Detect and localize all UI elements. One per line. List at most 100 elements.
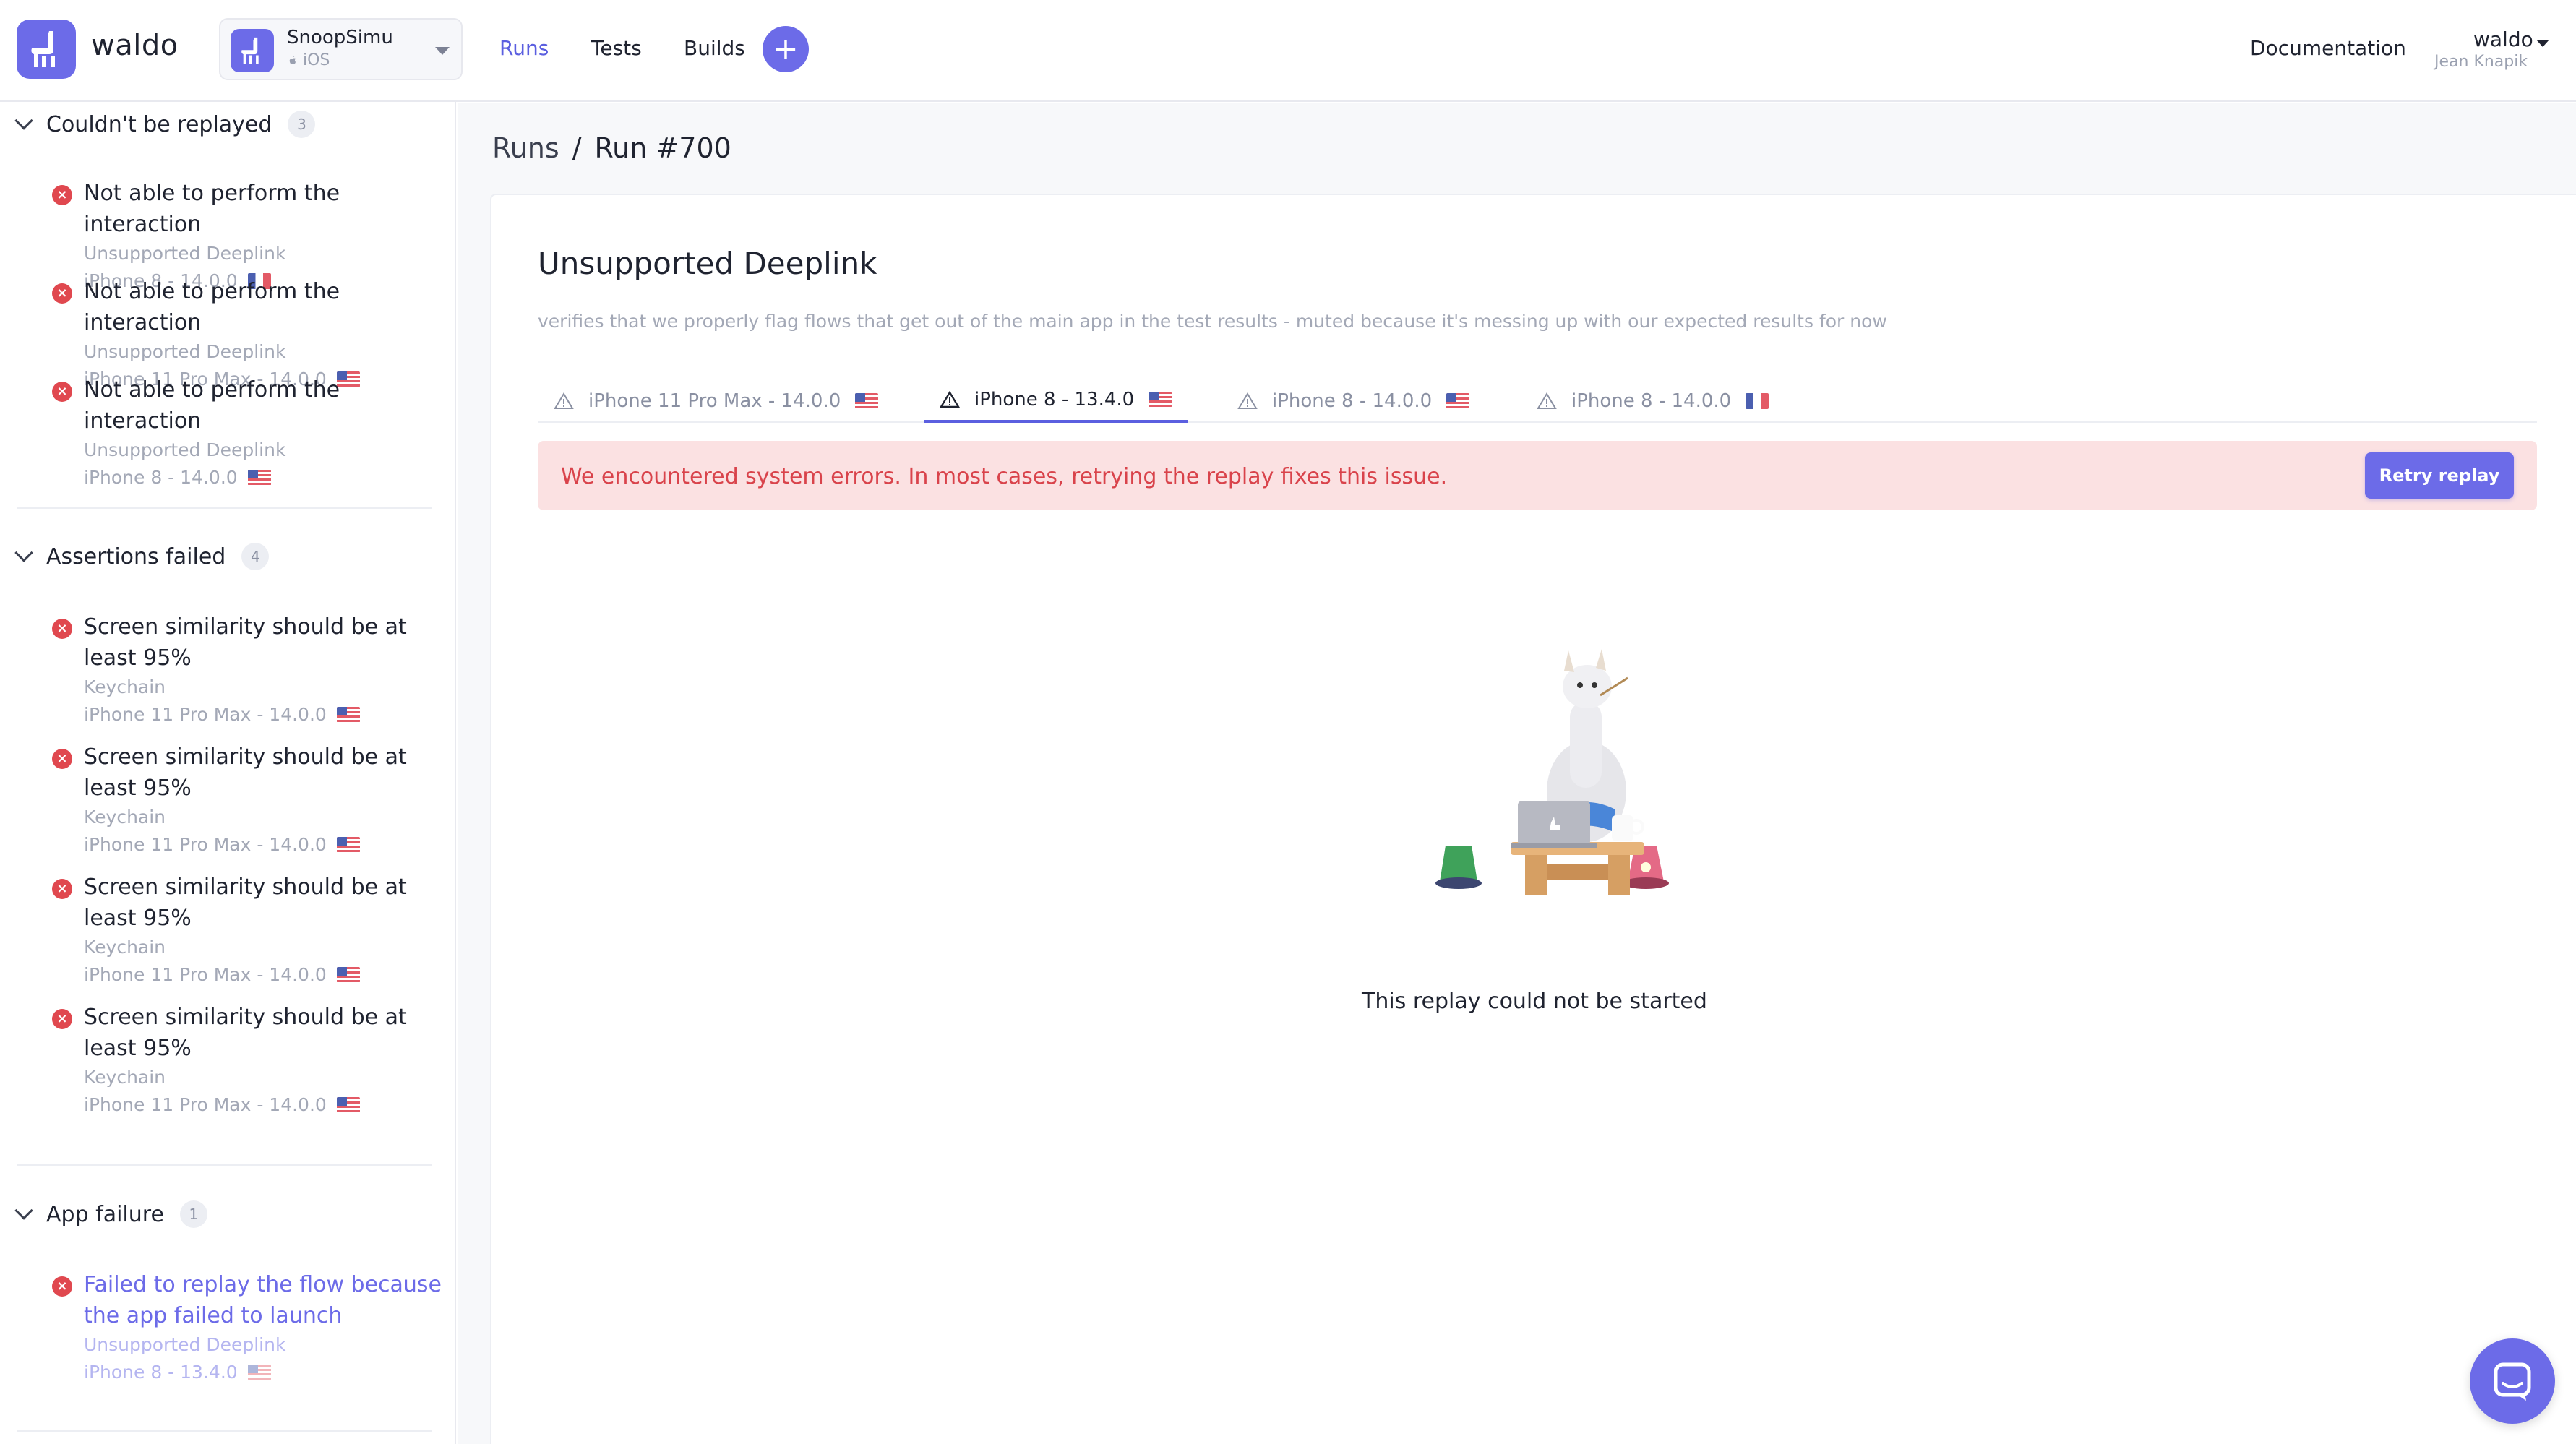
chevron-down-icon [435,47,450,55]
warning-icon [554,392,574,409]
section-title: Assertions failed [46,543,226,570]
section-header-couldnt-be-replayed[interactable]: Couldn't be replayed 3 [14,111,316,138]
us-flag-icon [336,1097,360,1113]
us-flag-icon [336,967,360,983]
failure-item[interactable]: × Not able to perform the interaction Un… [52,374,442,491]
app-platform-label: iOS [303,51,330,69]
us-flag-icon [336,837,360,853]
failures-sidebar: Couldn't be replayed 3 × Not able to per… [0,102,456,1444]
tab-label: iPhone 8 - 14.0.0 [1571,390,1732,412]
tab-label: iPhone 8 - 13.4.0 [974,389,1135,411]
us-flag-icon [855,393,879,409]
app-platform: iOS [287,51,330,69]
section-title: Couldn't be replayed [46,111,272,137]
failure-test-name: Unsupported Deeplink [84,243,286,264]
nav-runs[interactable]: Runs [499,36,549,60]
apple-icon [289,55,296,64]
system-error-alert: We encountered system errors. In most ca… [538,441,2537,510]
france-flag-icon [1746,393,1769,409]
failure-item[interactable]: × Screen similarity should be at least 9… [52,611,442,729]
section-header-assertions-failed[interactable]: Assertions failed 4 [14,543,270,570]
failure-test-name: Unsupported Deeplink [84,341,286,362]
nav-builds[interactable]: Builds [684,36,745,60]
tab-device[interactable]: iPhone 8 - 14.0.0 [1222,379,1485,423]
error-icon: × [52,749,72,769]
error-icon: × [52,619,72,639]
user-full-name: Jean Knapik [2434,53,2528,71]
device-label: iPhone 11 Pro Max - 14.0.0 [84,704,327,725]
failure-test-name: Unsupported Deeplink [84,439,286,460]
brand-name[interactable]: waldo [91,29,179,62]
app-selector[interactable]: SnoopSimu iOS [219,18,463,80]
user-menu-caret-icon[interactable] [2536,40,2549,47]
section-divider [17,1430,432,1432]
device-label: iPhone 11 Pro Max - 14.0.0 [84,1094,327,1115]
failure-item[interactable]: × Screen similarity should be at least 9… [52,1002,442,1119]
breadcrumb: Runs / Run #700 [492,132,731,164]
plus-icon: + [773,31,799,66]
error-icon: × [52,1009,72,1029]
error-icon: × [52,879,72,899]
failure-title: Failed to replay the flow because the ap… [84,1272,442,1328]
top-navigation-bar: waldo SnoopSimu iOS Runs Tests Builds + … [0,0,2576,102]
chevron-down-icon [14,543,33,562]
chat-support-button[interactable] [2470,1338,2555,1424]
warning-icon [1237,392,1258,409]
documentation-link[interactable]: Documentation [2250,36,2406,60]
failure-device: iPhone 11 Pro Max - 14.0.0 [84,961,442,989]
error-icon: × [52,382,72,402]
failure-device: iPhone 11 Pro Max - 14.0.0 [84,701,442,729]
failure-test-name: Keychain [84,807,166,828]
error-icon: × [52,283,72,304]
error-icon: × [52,185,72,205]
failure-device: iPhone 8 - 13.4.0 [84,1359,442,1386]
failure-test-name: Keychain [84,937,166,958]
error-icon: × [52,1276,72,1297]
chevron-down-icon [14,1201,33,1220]
failure-title: Screen similarity should be at least 95% [84,614,407,671]
warning-icon [940,391,960,408]
llama-at-desk-illustration [1435,649,1669,895]
section-header-app-failure[interactable]: App failure 1 [14,1200,207,1228]
count-badge: 3 [288,111,316,138]
device-label: iPhone 11 Pro Max - 14.0.0 [84,834,327,855]
app-name: SnoopSimu [287,27,393,48]
user-menu[interactable]: waldo [2473,27,2533,51]
breadcrumb-current: Run #700 [594,132,731,164]
failure-test-name: Keychain [84,676,166,697]
tab-device-active[interactable]: iPhone 8 - 13.4.0 [924,379,1188,423]
failure-item-selected[interactable]: × Failed to replay the flow because the … [52,1269,442,1386]
failure-title: Not able to perform the interaction [84,279,340,335]
waldo-logo-icon[interactable] [17,20,76,79]
add-button[interactable]: + [763,26,809,72]
us-flag-icon [1446,393,1470,409]
run-detail-card: Unsupported Deeplink verifies that we pr… [490,194,2576,1444]
device-label: iPhone 8 - 14.0.0 [84,467,238,488]
device-label: iPhone 11 Pro Max - 14.0.0 [84,964,327,985]
main-content: Runs / Run #700 Unsupported Deeplink ver… [458,103,2576,1444]
section-divider [17,1164,432,1166]
tab-label: iPhone 11 Pro Max - 14.0.0 [588,390,841,412]
breadcrumb-runs-link[interactable]: Runs [492,132,559,164]
retry-replay-button[interactable]: Retry replay [2365,452,2514,499]
failure-title: Screen similarity should be at least 95% [84,874,407,931]
alert-message: We encountered system errors. In most ca… [561,464,1448,489]
failure-title: Screen similarity should be at least 95% [84,744,407,801]
test-description: verifies that we properly flag flows tha… [538,311,1887,332]
count-badge: 4 [241,543,270,570]
failure-item[interactable]: × Screen similarity should be at least 9… [52,872,442,989]
nav-tests[interactable]: Tests [591,36,642,60]
us-flag-icon [247,470,271,486]
breadcrumb-separator: / [572,132,582,164]
warning-icon [1537,392,1557,409]
failure-device: iPhone 11 Pro Max - 14.0.0 [84,1091,442,1119]
tab-device[interactable]: iPhone 8 - 14.0.0 [1521,379,1785,423]
device-label: iPhone 8 - 13.4.0 [84,1362,238,1383]
failure-title: Not able to perform the interaction [84,181,340,237]
failure-title: Not able to perform the interaction [84,377,340,434]
failure-device: iPhone 8 - 14.0.0 [84,464,442,491]
failure-item[interactable]: × Screen similarity should be at least 9… [52,742,442,859]
app-icon [231,29,274,72]
tab-device[interactable]: iPhone 11 Pro Max - 14.0.0 [538,379,894,423]
chat-icon [2494,1362,2531,1401]
